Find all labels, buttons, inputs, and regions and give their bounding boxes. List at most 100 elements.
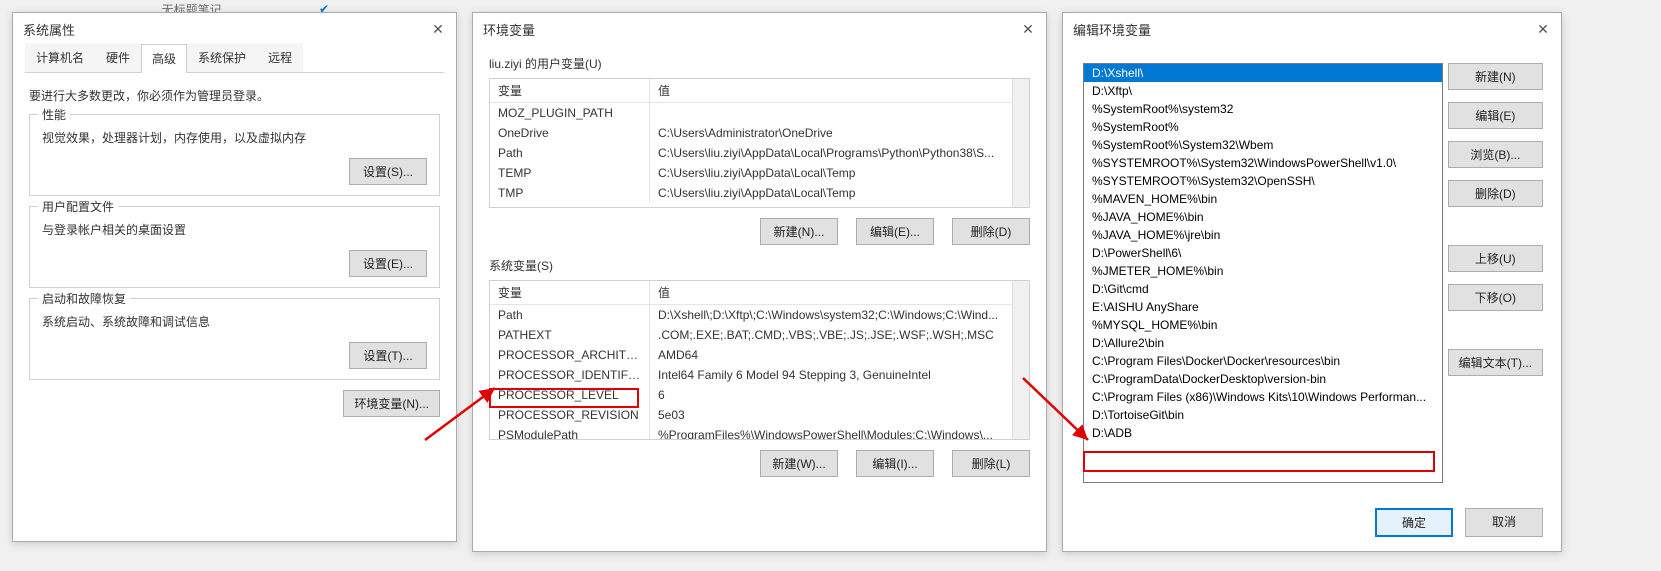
sys-edit-button[interactable]: 编辑(I)...: [856, 450, 934, 477]
cell-val: Intel64 Family 6 Model 94 Stepping 3, Ge…: [650, 365, 1029, 385]
table-row[interactable]: OneDriveC:\Users\Administrator\OneDrive: [490, 123, 1029, 143]
col-val[interactable]: 值: [650, 281, 1029, 304]
tab-3[interactable]: 系统保护: [187, 43, 257, 72]
titlebar: 编辑环境变量 ✕: [1063, 13, 1561, 43]
list-item[interactable]: D:\Xftp\: [1084, 82, 1442, 100]
table-row[interactable]: PathD:\Xshell\;D:\Xftp\;C:\Windows\syste…: [490, 305, 1029, 325]
close-icon[interactable]: ✕: [428, 19, 448, 39]
table-row[interactable]: PROCESSOR_REVISION5e03: [490, 405, 1029, 425]
userprof-settings-button[interactable]: 设置(E)...: [349, 250, 427, 277]
group-desc: 系统启动、系统故障和调试信息: [42, 313, 427, 330]
table-row[interactable]: PSModulePath%ProgramFiles%\WindowsPowerS…: [490, 425, 1029, 440]
tab-0[interactable]: 计算机名: [25, 43, 95, 72]
env-vars-button[interactable]: 环境变量(N)...: [343, 390, 440, 417]
cell-var: TMP: [490, 183, 650, 203]
cell-var: PROCESSOR_IDENTIFIER: [490, 365, 650, 385]
cell-var: PSModulePath: [490, 425, 650, 440]
move-down-button[interactable]: 下移(O): [1448, 284, 1543, 311]
list-item[interactable]: D:\TortoiseGit\bin: [1084, 406, 1442, 424]
table-row[interactable]: TMPC:\Users\liu.ziyi\AppData\Local\Temp: [490, 183, 1029, 203]
tab-1[interactable]: 硬件: [95, 43, 141, 72]
scrollbar[interactable]: [1012, 79, 1029, 207]
table-row[interactable]: PATHEXT.COM;.EXE;.BAT;.CMD;.VBS;.VBE;.JS…: [490, 325, 1029, 345]
dialog-title: 编辑环境变量: [1073, 20, 1151, 39]
performance-group: 性能 视觉效果，处理器计划，内存使用，以及虚拟内存 设置(S)...: [29, 114, 440, 196]
cell-var: PROCESSOR_ARCHITECT...: [490, 345, 650, 365]
list-item[interactable]: %JAVA_HOME%\jre\bin: [1084, 226, 1442, 244]
list-item[interactable]: C:\ProgramData\DockerDesktop\version-bin: [1084, 370, 1442, 388]
table-row[interactable]: PROCESSOR_ARCHITECT...AMD64: [490, 345, 1029, 365]
scrollbar[interactable]: [1012, 281, 1029, 439]
perf-settings-button[interactable]: 设置(S)...: [349, 158, 427, 185]
dialog-content: liu.ziyi 的用户变量(U) 变量 值 MOZ_PLUGIN_PATHOn…: [473, 43, 1046, 499]
dialog-title: 系统属性: [23, 20, 75, 39]
close-icon[interactable]: ✕: [1533, 19, 1553, 39]
list-item[interactable]: D:\Allure2\bin: [1084, 334, 1442, 352]
titlebar: 系统属性 ✕: [13, 13, 456, 43]
list-item[interactable]: D:\Xshell\: [1084, 64, 1442, 82]
user-vars-label: liu.ziyi 的用户变量(U): [489, 55, 1030, 72]
tab-4[interactable]: 远程: [257, 43, 303, 72]
cell-val: 5e03: [650, 405, 1029, 425]
col-val[interactable]: 值: [650, 79, 1029, 102]
list-item[interactable]: C:\Program Files\Docker\Docker\resources…: [1084, 352, 1442, 370]
sys-new-button[interactable]: 新建(W)...: [760, 450, 838, 477]
user-delete-button[interactable]: 删除(D): [952, 218, 1030, 245]
list-item[interactable]: %SystemRoot%: [1084, 118, 1442, 136]
list-item[interactable]: %SYSTEMROOT%\System32\OpenSSH\: [1084, 172, 1442, 190]
table-row[interactable]: PROCESSOR_LEVEL6: [490, 385, 1029, 405]
col-var[interactable]: 变量: [490, 281, 650, 304]
col-var[interactable]: 变量: [490, 79, 650, 102]
sys-delete-button[interactable]: 删除(L): [952, 450, 1030, 477]
list-item[interactable]: %JAVA_HOME%\bin: [1084, 208, 1442, 226]
table-row[interactable]: TEMPC:\Users\liu.ziyi\AppData\Local\Temp: [490, 163, 1029, 183]
startup-group: 启动和故障恢复 系统启动、系统故障和调试信息 设置(T)...: [29, 298, 440, 380]
list-item[interactable]: %MAVEN_HOME%\bin: [1084, 190, 1442, 208]
cell-val: C:\Users\Administrator\OneDrive: [650, 123, 1029, 143]
cell-var: PATHEXT: [490, 325, 650, 345]
new-button[interactable]: 新建(N): [1448, 63, 1543, 90]
table-row[interactable]: MOZ_PLUGIN_PATH: [490, 103, 1029, 123]
group-title: 用户配置文件: [38, 198, 118, 215]
list-item[interactable]: D:\ADB: [1084, 424, 1442, 442]
tab-2[interactable]: 高级: [141, 44, 187, 73]
close-icon[interactable]: ✕: [1018, 19, 1038, 39]
cell-var: MOZ_PLUGIN_PATH: [490, 103, 650, 123]
user-edit-button[interactable]: 编辑(E)...: [856, 218, 934, 245]
userprofile-group: 用户配置文件 与登录帐户相关的桌面设置 设置(E)...: [29, 206, 440, 288]
cell-val: AMD64: [650, 345, 1029, 365]
table-row[interactable]: PathC:\Users\liu.ziyi\AppData\Local\Prog…: [490, 143, 1029, 163]
user-new-button[interactable]: 新建(N)...: [760, 218, 838, 245]
path-list[interactable]: D:\Xshell\D:\Xftp\%SystemRoot%\system32%…: [1083, 63, 1443, 483]
cell-var: Path: [490, 143, 650, 163]
ok-button[interactable]: 确定: [1375, 508, 1453, 537]
user-vars-table[interactable]: 变量 值 MOZ_PLUGIN_PATHOneDriveC:\Users\Adm…: [489, 78, 1030, 208]
user-vars-section: liu.ziyi 的用户变量(U) 变量 值 MOZ_PLUGIN_PATHOn…: [489, 55, 1030, 245]
list-item[interactable]: %SystemRoot%\system32: [1084, 100, 1442, 118]
list-item[interactable]: D:\Git\cmd: [1084, 280, 1442, 298]
list-item[interactable]: %JMETER_HOME%\bin: [1084, 262, 1442, 280]
browse-button[interactable]: 浏览(B)...: [1448, 141, 1543, 168]
tab-content: 要进行大多数更改，你必须作为管理员登录。 性能 视觉效果，处理器计划，内存使用，…: [13, 73, 456, 427]
cell-val: D:\Xshell\;D:\Xftp\;C:\Windows\system32;…: [650, 305, 1029, 325]
list-item[interactable]: %MYSQL_HOME%\bin: [1084, 316, 1442, 334]
list-item[interactable]: %SystemRoot%\System32\Wbem: [1084, 136, 1442, 154]
table-row[interactable]: PROCESSOR_IDENTIFIERIntel64 Family 6 Mod…: [490, 365, 1029, 385]
list-item[interactable]: E:\AISHU AnyShare: [1084, 298, 1442, 316]
cancel-button[interactable]: 取消: [1465, 508, 1543, 537]
group-desc: 与登录帐户相关的桌面设置: [42, 221, 427, 238]
list-item[interactable]: D:\PowerShell\6\: [1084, 244, 1442, 262]
edit-text-button[interactable]: 编辑文本(T)...: [1448, 349, 1543, 376]
cell-val: C:\Users\liu.ziyi\AppData\Local\Temp: [650, 183, 1029, 203]
list-item[interactable]: C:\Program Files (x86)\Windows Kits\10\W…: [1084, 388, 1442, 406]
cell-val: 6: [650, 385, 1029, 405]
delete-button[interactable]: 删除(D): [1448, 180, 1543, 207]
edit-button[interactable]: 编辑(E): [1448, 102, 1543, 129]
startup-settings-button[interactable]: 设置(T)...: [349, 342, 427, 369]
cell-var: OneDrive: [490, 123, 650, 143]
tabs: 计算机名硬件高级系统保护远程: [25, 43, 444, 73]
sys-vars-table[interactable]: 变量 值 PathD:\Xshell\;D:\Xftp\;C:\Windows\…: [489, 280, 1030, 440]
list-item[interactable]: %SYSTEMROOT%\System32\WindowsPowerShell\…: [1084, 154, 1442, 172]
system-properties-dialog: 系统属性 ✕ 计算机名硬件高级系统保护远程 要进行大多数更改，你必须作为管理员登…: [12, 12, 457, 542]
move-up-button[interactable]: 上移(U): [1448, 245, 1543, 272]
